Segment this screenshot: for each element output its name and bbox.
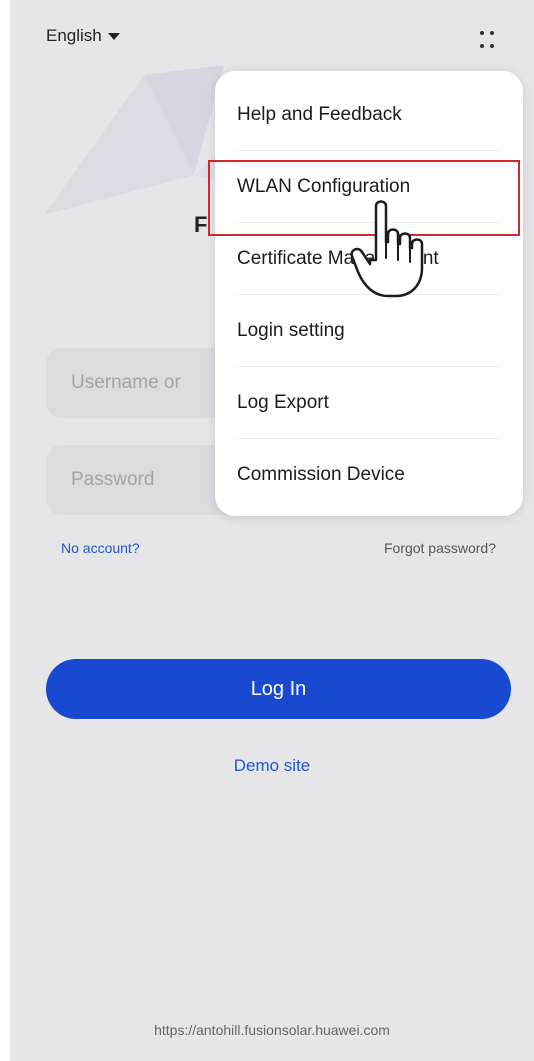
language-label: English <box>46 26 102 45</box>
login-button-label: Log In <box>250 677 307 700</box>
no-account-link[interactable]: No account? <box>61 540 140 556</box>
login-button[interactable]: Log In <box>46 659 511 719</box>
menu-item-label: Commission Device <box>237 464 405 485</box>
username-placeholder: Username or <box>71 372 181 393</box>
app-screen: English F Username or Password No accoun… <box>10 0 534 1061</box>
menu-item-commission-device[interactable]: Commission Device <box>215 439 523 511</box>
menu-item-help-feedback[interactable]: Help and Feedback <box>215 79 523 151</box>
page-title: F <box>194 212 208 237</box>
menu-item-label: Help and Feedback <box>237 104 402 125</box>
forgot-password-link[interactable]: Forgot password? <box>384 540 496 556</box>
menu-item-login-setting[interactable]: Login setting <box>215 295 523 367</box>
footer-url: https://antohill.fusionsolar.huawei.com <box>154 1022 390 1038</box>
menu-item-label: Login setting <box>237 320 345 341</box>
demo-site-link[interactable]: Demo site <box>10 756 534 776</box>
grid-dots-icon[interactable] <box>476 28 498 52</box>
pointing-hand-icon <box>350 200 424 298</box>
menu-item-log-export[interactable]: Log Export <box>215 367 523 439</box>
language-selector[interactable]: English <box>46 26 120 46</box>
password-placeholder: Password <box>71 469 155 490</box>
caret-down-icon <box>107 33 120 40</box>
menu-item-label: Log Export <box>237 392 329 413</box>
